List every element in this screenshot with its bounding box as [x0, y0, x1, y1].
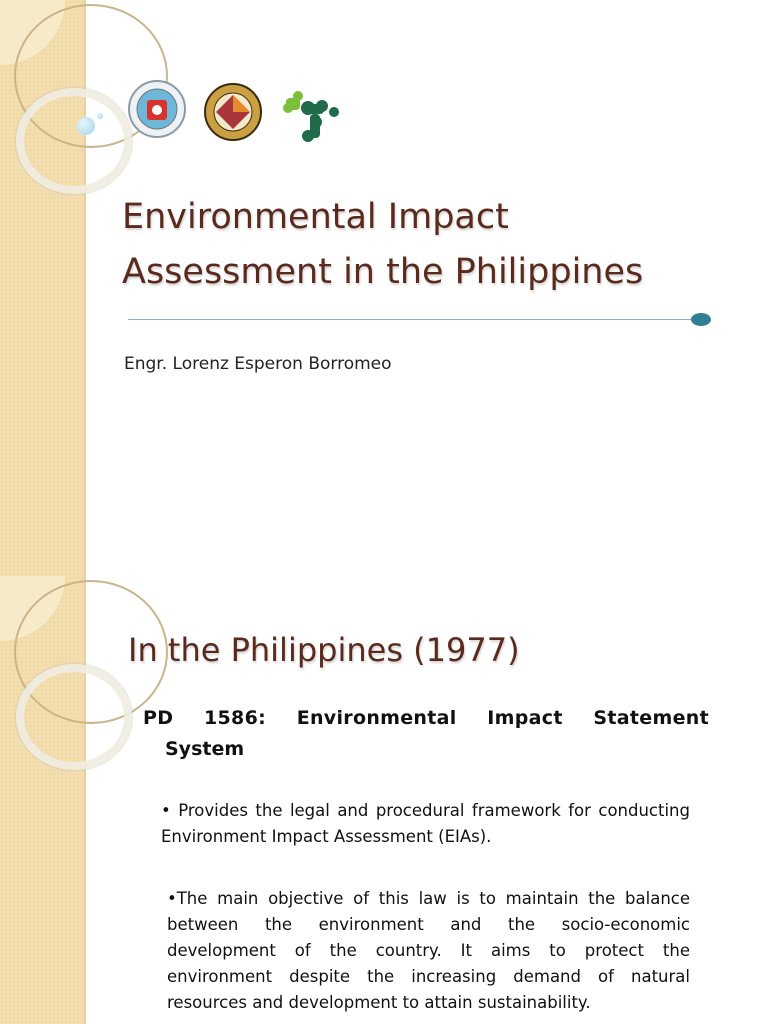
content-slide: In the Philippines (1977) PD 1586: Envir… — [0, 576, 768, 1024]
decorative-sidebar — [0, 576, 168, 1024]
title-line-2: Assessment in the Philippines — [122, 252, 644, 292]
bubble-decoration-small — [97, 113, 103, 119]
title-slide: Environmental Impact Assessment in the P… — [0, 0, 768, 576]
presentation-title: Environmental Impact Assessment in the P… — [122, 190, 643, 300]
bubble-decoration — [77, 117, 95, 135]
slide-title: In the Philippines (1977) — [128, 631, 520, 669]
title-divider — [128, 319, 694, 320]
author-name: Engr. Lorenz Esperon Borromeo — [124, 354, 392, 374]
college-of-engineering-seal — [204, 83, 262, 141]
subtitle-line-2: System — [165, 738, 245, 760]
green-molecule-logo — [283, 91, 339, 142]
bullet-main-objective: •The main objective of this law is to ma… — [167, 889, 690, 1012]
slide-subtitle: PD 1586: Environmental Impact Statement … — [143, 703, 709, 765]
bullet-legal-framework: • Provides the legal and procedural fram… — [161, 801, 690, 846]
title-line-1: Environmental Impact — [122, 197, 509, 237]
divider-dot — [691, 313, 711, 326]
decorative-sidebar — [0, 0, 168, 576]
bicol-university-seal — [128, 80, 186, 138]
subtitle-line-1: PD 1586: Environmental Impact Statement — [143, 707, 709, 729]
